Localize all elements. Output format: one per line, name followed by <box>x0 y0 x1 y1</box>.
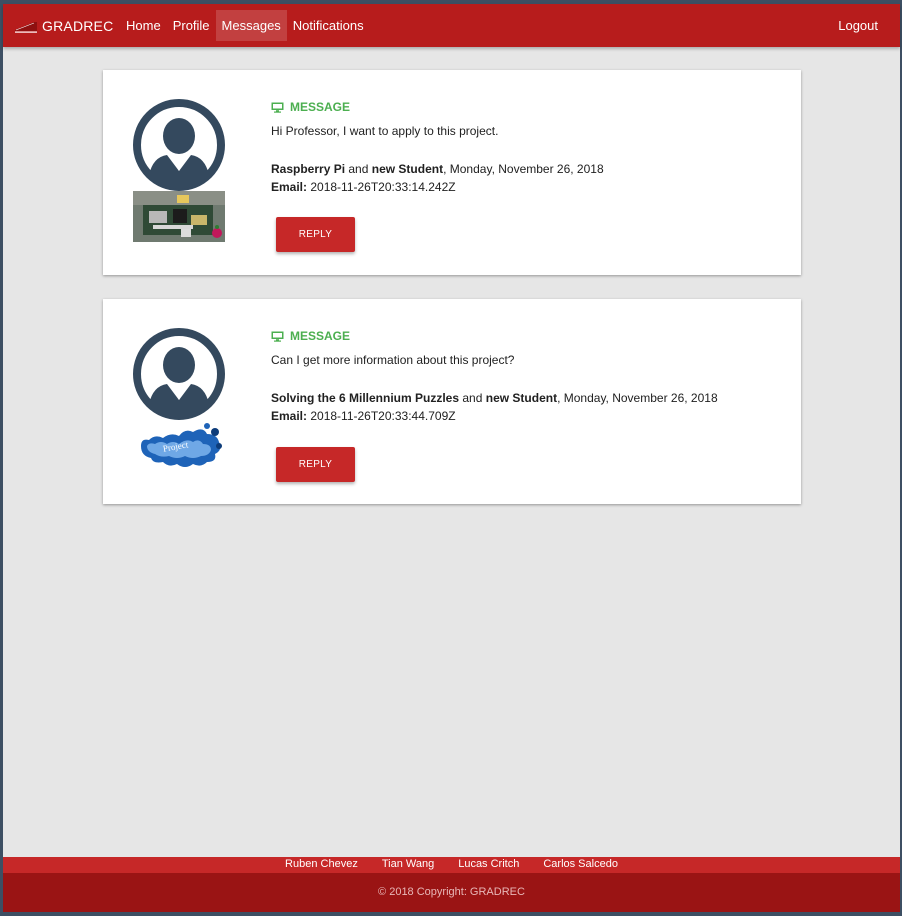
footer-link-tian[interactable]: Tian Wang <box>382 857 434 873</box>
desktop-icon <box>271 331 284 342</box>
sender-name: new Student <box>371 162 444 176</box>
reply-button[interactable]: REPLY <box>276 217 355 252</box>
message-body: MESSAGE Can I get more information about… <box>271 329 771 425</box>
user-avatar-icon <box>133 99 225 191</box>
message-heading: MESSAGE <box>271 329 771 343</box>
logout-link[interactable]: Logout <box>832 10 884 41</box>
footer-copyright: © 2018 Copyright: GRADREC <box>3 873 900 912</box>
brand-logo-icon <box>15 21 37 33</box>
message-body: MESSAGE Hi Professor, I want to apply to… <box>271 100 771 196</box>
message-heading-label: MESSAGE <box>290 100 351 114</box>
email-value: 2018-11-26T20:33:14.242Z <box>307 180 456 194</box>
top-navbar: GRADREC Home Profile Messages Notificati… <box>3 4 900 47</box>
message-date: , Monday, November 26, 2018 <box>557 391 718 405</box>
reply-button[interactable]: REPLY <box>276 447 355 482</box>
footer-link-carlos[interactable]: Carlos Salcedo <box>543 857 618 873</box>
app-frame: GRADREC Home Profile Messages Notificati… <box>3 4 900 912</box>
nav-home[interactable]: Home <box>120 10 167 41</box>
message-text: Hi Professor, I want to apply to this pr… <box>271 124 499 138</box>
footer-link-ruben[interactable]: Ruben Chevez <box>285 857 358 873</box>
project-name: Solving the 6 Millennium Puzzles <box>271 391 460 405</box>
message-heading: MESSAGE <box>271 100 771 114</box>
meta-connector: and <box>345 162 372 176</box>
sender-name: new Student <box>485 391 558 405</box>
message-card: MESSAGE Hi Professor, I want to apply to… <box>103 70 801 275</box>
message-meta: Solving the 6 Millennium Puzzles and new… <box>271 389 771 425</box>
email-label: Email: <box>271 409 308 423</box>
message-heading-label: MESSAGE <box>290 329 351 343</box>
message-date: , Monday, November 26, 2018 <box>443 162 604 176</box>
message-card: Project MESSAGE Can I get more informati… <box>103 299 801 504</box>
message-meta: Raspberry Pi and new Student, Monday, No… <box>271 160 771 196</box>
nav-messages[interactable]: Messages <box>215 10 287 41</box>
brand-name: GRADREC <box>42 17 114 34</box>
message-text: Can I get more information about this pr… <box>271 353 515 367</box>
nav-links: Home Profile Messages Notifications <box>120 10 370 41</box>
footer-link-lucas[interactable]: Lucas Critch <box>458 857 519 873</box>
email-label: Email: <box>271 180 308 194</box>
raspberry-pi-image <box>133 191 225 242</box>
email-value: 2018-11-26T20:33:44.709Z <box>307 409 456 423</box>
puzzle-project-image: Project <box>133 420 225 471</box>
nav-profile[interactable]: Profile <box>167 10 216 41</box>
footer-links: Ruben Chevez Tian Wang Lucas Critch Carl… <box>3 857 900 873</box>
nav-notifications[interactable]: Notifications <box>287 10 370 41</box>
user-avatar-icon <box>133 328 225 420</box>
desktop-icon <box>271 102 284 113</box>
meta-connector: and <box>459 391 486 405</box>
project-name: Raspberry Pi <box>271 162 346 176</box>
brand[interactable]: GRADREC <box>14 4 113 47</box>
